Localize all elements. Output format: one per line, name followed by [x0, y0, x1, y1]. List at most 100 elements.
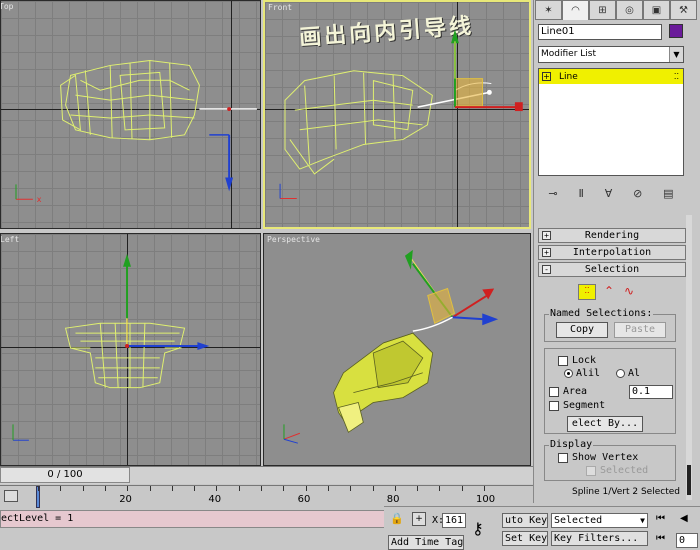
svg-text:x: x	[37, 195, 42, 204]
segment-level-icon[interactable]: ⌃	[600, 284, 618, 300]
viewport-left[interactable]: Left	[0, 233, 261, 466]
rollout-selection[interactable]: - Selection	[538, 262, 686, 277]
show-end-result-icon[interactable]: Ⅱ	[578, 187, 583, 200]
remove-modifier-icon[interactable]: ⊘	[633, 187, 642, 200]
motion-tab-icon[interactable]: ◎	[616, 0, 643, 20]
timeline-tick	[350, 486, 352, 491]
auto-key-button[interactable]: uto Key	[502, 513, 548, 528]
hierarchy-tab-icon[interactable]: ⊞	[589, 0, 616, 20]
all-radio[interactable]: Alil	[564, 368, 600, 379]
timeline-tick	[82, 486, 84, 491]
top-view-geometry: x	[15, 59, 257, 204]
rollout-rendering[interactable]: + Rendering	[538, 228, 686, 243]
display-title: Display	[549, 439, 594, 450]
animation-controls: 🔒 + X: 161 ⚷ uto Key Set Key Selected ▼ …	[384, 506, 700, 550]
rollout-interpolation[interactable]: + Interpolation	[538, 245, 686, 260]
al-radio[interactable]: Al	[616, 368, 640, 379]
timeline-tick-label: 20	[119, 494, 132, 505]
chevron-down-icon[interactable]: ▼	[640, 514, 645, 527]
selected-only-checkbox[interactable]: Selected	[586, 465, 648, 476]
timeline-tick	[417, 486, 419, 491]
absolute-mode-icon[interactable]: +	[412, 512, 426, 526]
maxscript-text: ectLevel = 1	[1, 513, 74, 524]
previous-frame-icon[interactable]: ◀	[680, 513, 688, 524]
panel-scrollbar[interactable]	[686, 215, 692, 500]
area-spinner[interactable]: 0.1	[629, 385, 673, 399]
set-key-button[interactable]: Set Key	[502, 531, 548, 546]
timeline-tick-label: 40	[208, 494, 222, 505]
rollout-rendering-label: Rendering	[584, 230, 640, 241]
modifier-list-dropdown[interactable]: Modifier List ▼	[538, 46, 684, 63]
timeline-tick	[216, 486, 218, 491]
maxscript-listener[interactable]: ectLevel = 1	[0, 510, 388, 528]
key-mode-select[interactable]: Selected ▼	[551, 513, 648, 528]
show-vertex-label: Show Vertex	[572, 452, 639, 463]
status-area	[0, 528, 388, 546]
timeline-tick	[461, 486, 463, 491]
timeline-tick	[327, 486, 329, 491]
checkbox-box	[586, 465, 596, 476]
go-to-start-icon[interactable]: ⏮	[656, 513, 665, 524]
pin-stack-icon[interactable]: ⊸	[548, 187, 557, 200]
copy-button[interactable]: Copy	[556, 322, 608, 338]
modifier-list-label: Modifier List	[541, 49, 596, 59]
segment-checkbox[interactable]: Segment	[549, 400, 605, 411]
go-to-key-icon[interactable]: ⏮	[656, 533, 665, 544]
timeline-tick	[261, 486, 262, 491]
make-unique-icon[interactable]: ∀	[605, 187, 613, 200]
selection-status: Spline 1/Vert 2 Selected	[572, 487, 680, 497]
object-name-field[interactable]: Line01	[538, 24, 662, 40]
radio-dot	[564, 369, 573, 378]
named-selections-title: Named Selections:	[549, 308, 654, 319]
expand-icon: +	[542, 248, 551, 257]
key-filters-button[interactable]: Key Filters...	[551, 531, 648, 546]
viewport-top[interactable]: Top x	[0, 0, 261, 229]
scrollbar-thumb[interactable]	[687, 465, 691, 495]
checkbox-box	[558, 452, 568, 463]
timeline-tick	[394, 486, 396, 491]
chevron-down-icon[interactable]: ▼	[669, 47, 683, 62]
track-bar-icon[interactable]	[4, 490, 18, 502]
expand-icon[interactable]: +	[542, 72, 551, 81]
vertex-level-icon[interactable]: ⁚⁚	[578, 284, 596, 300]
show-vertex-checkbox[interactable]: Show Vertex	[558, 452, 638, 463]
timeline-tick	[439, 486, 441, 491]
lock-label: Lock	[572, 355, 597, 366]
selected-only-label: Selected	[600, 465, 649, 476]
create-tab-icon[interactable]: ✶	[535, 0, 562, 20]
lock-checkbox[interactable]: Lock	[558, 355, 596, 366]
configure-sets-icon[interactable]: ▤	[663, 187, 673, 200]
left-view-geometry	[12, 253, 210, 441]
select-by-button[interactable]: elect By...	[567, 416, 643, 432]
timeline-tick	[194, 486, 196, 491]
vertex-subobject-icon: ⁚⁚	[673, 72, 679, 81]
area-checkbox[interactable]: Area	[549, 386, 587, 397]
timeline-tick	[104, 486, 106, 491]
timeline-tick	[38, 486, 39, 491]
timeline-tick	[171, 486, 173, 491]
modifier-stack[interactable]: + Line ⁚⁚	[538, 68, 684, 176]
timeline-tick	[305, 486, 307, 491]
utilities-tab-icon[interactable]: ⚒	[670, 0, 697, 20]
viewport-front[interactable]: Front 画出向内引导线	[263, 0, 531, 229]
timeline-tick	[283, 486, 285, 491]
paste-button[interactable]: Paste	[614, 322, 666, 338]
checkbox-box	[549, 400, 559, 411]
timeline-tick-label: 60	[297, 494, 311, 505]
x-coordinate-field[interactable]: 161	[442, 513, 466, 528]
lock-selection-icon[interactable]: 🔒	[390, 512, 404, 525]
time-slider[interactable]: 0 / 100	[0, 467, 130, 483]
display-tab-icon[interactable]: ▣	[643, 0, 670, 20]
rollout-interpolation-label: Interpolation	[572, 247, 652, 258]
rollout-selection-label: Selection	[584, 264, 640, 275]
timeline-tick	[238, 486, 240, 491]
viewport-perspective[interactable]: Perspective	[263, 233, 531, 466]
checkbox-box	[558, 355, 568, 366]
timeline-tick-label: 100	[476, 494, 496, 505]
object-color-swatch[interactable]	[669, 24, 683, 38]
stack-item-line[interactable]: + Line ⁚⁚	[539, 69, 683, 84]
add-time-tag-button[interactable]: Add Time Tag	[388, 535, 464, 550]
modify-tab-icon[interactable]: ◠	[562, 0, 589, 20]
timeline-tick	[127, 486, 129, 491]
spline-level-icon[interactable]: ∿	[620, 284, 638, 300]
